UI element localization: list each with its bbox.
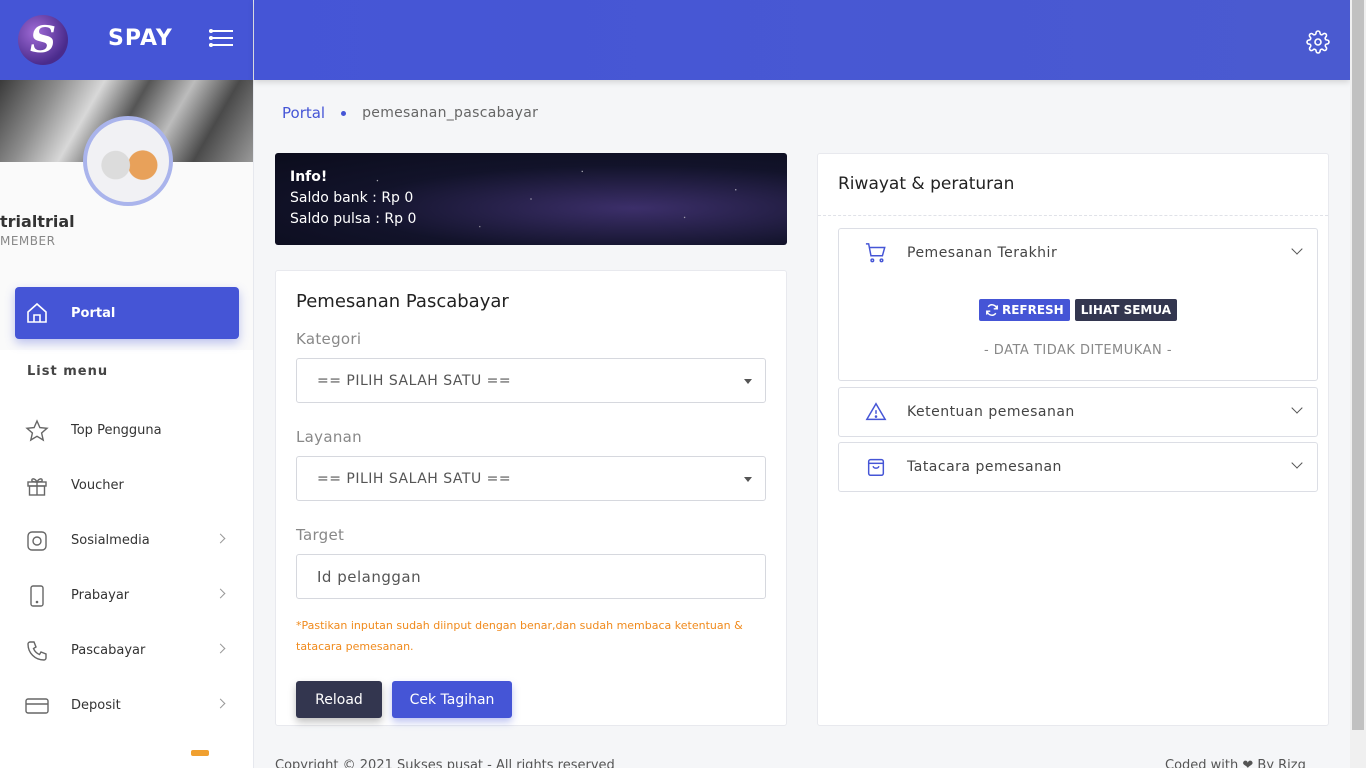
refresh-button[interactable]: REFRESH xyxy=(978,299,1070,321)
user-role: MEMBER xyxy=(0,234,56,248)
accordion-header-howto[interactable]: Tatacara pemesanan xyxy=(839,443,1317,491)
breadcrumb-current: pemesanan_pascabayar xyxy=(362,105,539,121)
kategori-select[interactable]: == PILIH SALAH SATU == xyxy=(296,358,766,403)
chevron-down-icon xyxy=(1291,402,1303,414)
layanan-label: Layanan xyxy=(296,428,362,446)
refresh-label: REFRESH xyxy=(1001,303,1064,317)
caret-down-icon xyxy=(744,379,752,384)
history-rules-card: Riwayat & peraturan Pemesanan Terakhir R… xyxy=(817,153,1329,726)
sidebar-item-label: Prabayar xyxy=(71,588,130,603)
sidebar-item-pascabayar[interactable]: Pascabayar xyxy=(0,623,253,678)
target-label: Target xyxy=(296,526,345,544)
breadcrumb: Portal pemesanan_pascabayar xyxy=(282,104,538,122)
nav-heading: List menu xyxy=(27,364,109,379)
chevron-right-icon xyxy=(215,643,226,654)
accordion-last-orders: Pemesanan Terakhir REFRESH LIHAT SEMUA -… xyxy=(838,228,1318,381)
brand-bar: S SPAY xyxy=(0,0,253,80)
sidebar-item-voucher[interactable]: Voucher xyxy=(0,458,253,513)
status-badge xyxy=(191,750,209,756)
nav-list: Top Pengguna Voucher Sosialmedia Prabaya… xyxy=(0,403,253,733)
warning-icon xyxy=(865,402,887,421)
saldo-bank: Saldo bank : Rp 0 xyxy=(290,190,414,206)
telephone-icon xyxy=(27,640,47,661)
caret-down-icon xyxy=(744,477,752,482)
chevron-right-icon xyxy=(215,698,226,709)
kategori-select-value: == PILIH SALAH SATU == xyxy=(317,372,512,389)
info-title: Info! xyxy=(290,169,328,185)
shopping-cart-icon xyxy=(865,243,886,263)
accordion-label: Ketentuan pemesanan xyxy=(907,404,1075,420)
see-all-button[interactable]: LIHAT SEMUA xyxy=(1074,299,1178,321)
scrollbar[interactable] xyxy=(1350,0,1366,768)
shopping-bag-icon xyxy=(867,458,885,476)
scrollbar-thumb[interactable] xyxy=(1352,0,1364,730)
form-actions: Reload Cek Tagihan xyxy=(296,681,766,718)
info-text: Info! Saldo bank : Rp 0 Saldo pulsa : Rp… xyxy=(290,167,772,230)
accordion-label: Tatacara pemesanan xyxy=(907,459,1062,475)
sidebar-item-label: Sosialmedia xyxy=(71,533,150,548)
chevron-down-icon xyxy=(1291,457,1303,469)
accordion-body: REFRESH LIHAT SEMUA - DATA TIDAK DITEMUK… xyxy=(839,277,1317,358)
sidebar-item-deposit[interactable]: Deposit xyxy=(0,678,253,733)
layanan-select[interactable]: == PILIH SALAH SATU == xyxy=(296,456,766,501)
sidebar-item-label: Top Pengguna xyxy=(71,423,162,438)
order-form-card: Pemesanan Pascabayar Kategori == PILIH S… xyxy=(275,270,787,726)
sidebar-item-label: Portal xyxy=(71,305,116,321)
target-input[interactable]: Id pelanggan xyxy=(296,554,766,599)
footer-copyright: Copyright © 2021 Sukses pusat - All righ… xyxy=(275,758,615,768)
sidebar-item-label: Pascabayar xyxy=(71,643,146,658)
kategori-label: Kategori xyxy=(296,330,362,348)
sidebar-item-portal[interactable]: Portal xyxy=(15,287,239,339)
credit-card-icon xyxy=(25,697,49,714)
layanan-select-value: == PILIH SALAH SATU == xyxy=(317,470,512,487)
nav-primary: Portal xyxy=(15,287,239,339)
avatar[interactable] xyxy=(83,116,173,206)
breadcrumb-portal-link[interactable]: Portal xyxy=(282,104,325,122)
breadcrumb-separator xyxy=(341,110,347,116)
cek-tagihan-button[interactable]: Cek Tagihan xyxy=(392,681,512,718)
chevron-down-icon xyxy=(1291,243,1303,255)
panel-title: Riwayat & peraturan xyxy=(818,154,1328,216)
menu-toggle-icon[interactable] xyxy=(209,29,233,50)
username: trialtrial xyxy=(0,212,75,231)
accordion-terms: Ketentuan pemesanan xyxy=(838,387,1318,437)
saldo-pulsa: Saldo pulsa : Rp 0 xyxy=(290,211,417,227)
empty-state: - DATA TIDAK DITEMUKAN - xyxy=(983,343,1173,358)
chevron-right-icon xyxy=(215,533,226,544)
sidebar-item-top-pengguna[interactable]: Top Pengguna xyxy=(0,403,253,458)
sidebar-item-label: Voucher xyxy=(71,478,124,493)
star-icon xyxy=(25,418,49,441)
instagram-icon xyxy=(27,530,47,551)
refresh-icon xyxy=(986,304,998,316)
order-actions: REFRESH LIHAT SEMUA xyxy=(839,299,1317,321)
top-bar xyxy=(254,0,1350,80)
reload-button[interactable]: Reload xyxy=(296,681,382,718)
sidebar: S SPAY trialtrial MEMBER Portal List men… xyxy=(0,0,254,768)
chevron-right-icon xyxy=(215,588,226,599)
brand-logo[interactable]: S xyxy=(18,15,68,65)
form-note: *Pastikan inputan sudah diinput dengan b… xyxy=(296,619,743,653)
phone-icon xyxy=(30,584,44,607)
footer-credit: Coded with ❤ By Rizq xyxy=(1165,758,1306,768)
home-icon xyxy=(27,302,47,323)
info-banner: Info! Saldo bank : Rp 0 Saldo pulsa : Rp… xyxy=(275,153,787,245)
form-title: Pemesanan Pascabayar xyxy=(296,291,509,312)
gift-icon xyxy=(27,477,47,496)
accordion-header-last-orders[interactable]: Pemesanan Terakhir xyxy=(839,229,1317,277)
sidebar-item-sosialmedia[interactable]: Sosialmedia xyxy=(0,513,253,568)
sidebar-item-label: Deposit xyxy=(71,698,121,713)
accordion-label: Pemesanan Terakhir xyxy=(907,245,1058,261)
sidebar-item-prabayar[interactable]: Prabayar xyxy=(0,568,253,623)
gear-icon[interactable] xyxy=(1306,30,1330,54)
brand-name[interactable]: SPAY xyxy=(108,26,173,51)
accordion-howto: Tatacara pemesanan xyxy=(838,442,1318,492)
accordion-header-terms[interactable]: Ketentuan pemesanan xyxy=(839,388,1317,436)
